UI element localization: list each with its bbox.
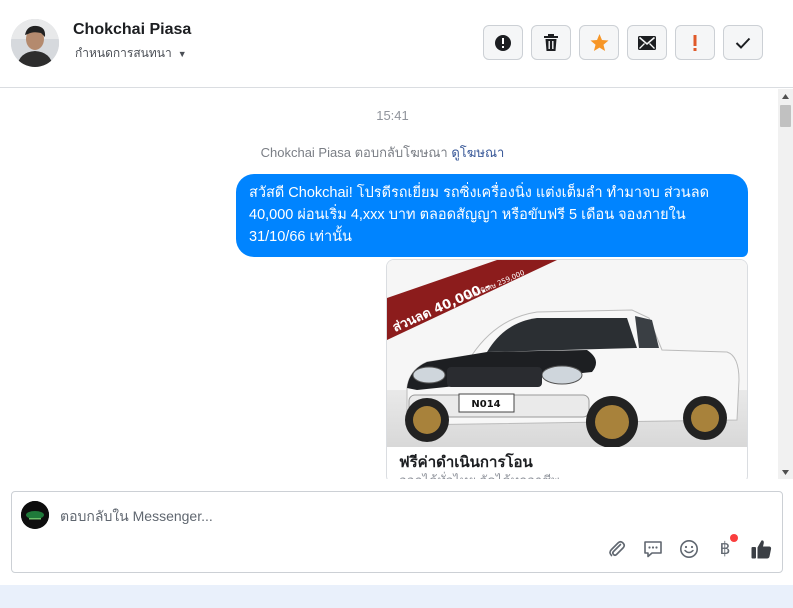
trash-icon bbox=[544, 33, 558, 51]
report-spam-button[interactable] bbox=[483, 25, 523, 60]
message-thread: 15:41 Chokchai Piasa ตอบกลับโฆษณา ดูโฆษณ… bbox=[0, 89, 793, 479]
like-button[interactable] bbox=[750, 538, 772, 560]
scrollbar-thumb[interactable] bbox=[780, 105, 791, 127]
thumbs-up-icon bbox=[751, 540, 771, 559]
emoji-icon bbox=[680, 540, 698, 558]
ad-reply-text: Chokchai Piasa ตอบกลับโฆษณา bbox=[260, 145, 448, 160]
composer-tools: ฿ bbox=[606, 534, 772, 560]
reply-input[interactable] bbox=[60, 505, 760, 527]
contact-avatar[interactable] bbox=[11, 19, 59, 67]
payment-button[interactable]: ฿ bbox=[714, 534, 738, 560]
caret-down-icon: ▼ bbox=[177, 48, 187, 59]
message-timestamp: 15:41 bbox=[376, 108, 409, 123]
alert-circle-icon bbox=[495, 34, 511, 51]
reply-composer: ฿ bbox=[11, 491, 783, 573]
bottom-strip bbox=[0, 585, 793, 608]
conversation-actions bbox=[483, 25, 763, 60]
ad-reply-notice: Chokchai Piasa ตอบกลับโฆษณา ดูโฆษณา bbox=[0, 142, 765, 163]
delete-button[interactable] bbox=[531, 25, 571, 60]
exclamation-icon bbox=[693, 34, 697, 51]
baht-payment-icon: ฿ bbox=[719, 539, 731, 559]
scroll-down-arrow-icon[interactable] bbox=[778, 465, 793, 479]
attach-button[interactable] bbox=[606, 538, 628, 560]
scroll-up-arrow-icon[interactable] bbox=[778, 89, 793, 103]
ad-card-subtitle: ออกได้ทั่วไทย จัดได้ทุกอาชีพ bbox=[399, 470, 560, 479]
conversation-settings-dropdown[interactable]: กำหนดการสนทนา ▼ bbox=[75, 44, 187, 63]
conversation-settings-label: กำหนดการสนทนา bbox=[75, 46, 172, 60]
mark-unread-button[interactable] bbox=[627, 25, 667, 60]
star-button[interactable] bbox=[579, 25, 619, 60]
paperclip-icon bbox=[609, 540, 626, 557]
notification-dot bbox=[730, 534, 738, 542]
follow-up-button[interactable] bbox=[675, 25, 715, 60]
saved-replies-button[interactable] bbox=[642, 538, 664, 560]
ad-card[interactable]: N014 ส่วนลด 40,000.- ราคาพิเศษ 259,000 ฟ… bbox=[386, 259, 748, 479]
emoji-button[interactable] bbox=[678, 538, 700, 560]
envelope-icon bbox=[638, 35, 656, 50]
contact-name[interactable]: Chokchai Piasa bbox=[73, 21, 191, 39]
star-icon bbox=[590, 33, 608, 51]
check-icon bbox=[735, 37, 751, 49]
conversation-header: Chokchai Piasa กำหนดการสนทนา ▼ bbox=[0, 0, 793, 88]
outgoing-message-bubble[interactable]: สวัสดี Chokchai! โปรดีรถเยี่ยม รถซิ่งเคร… bbox=[236, 174, 748, 257]
view-ad-link[interactable]: ดูโฆษณา bbox=[451, 145, 504, 160]
license-plate: N014 bbox=[471, 399, 500, 410]
mark-done-button[interactable] bbox=[723, 25, 763, 60]
page-avatar bbox=[21, 501, 49, 529]
ad-car-image[interactable]: N014 ส่วนลด 40,000.- ราคาพิเศษ 259,000 bbox=[387, 260, 747, 447]
saved-replies-icon bbox=[644, 541, 662, 558]
thread-scrollbar[interactable] bbox=[778, 89, 793, 479]
